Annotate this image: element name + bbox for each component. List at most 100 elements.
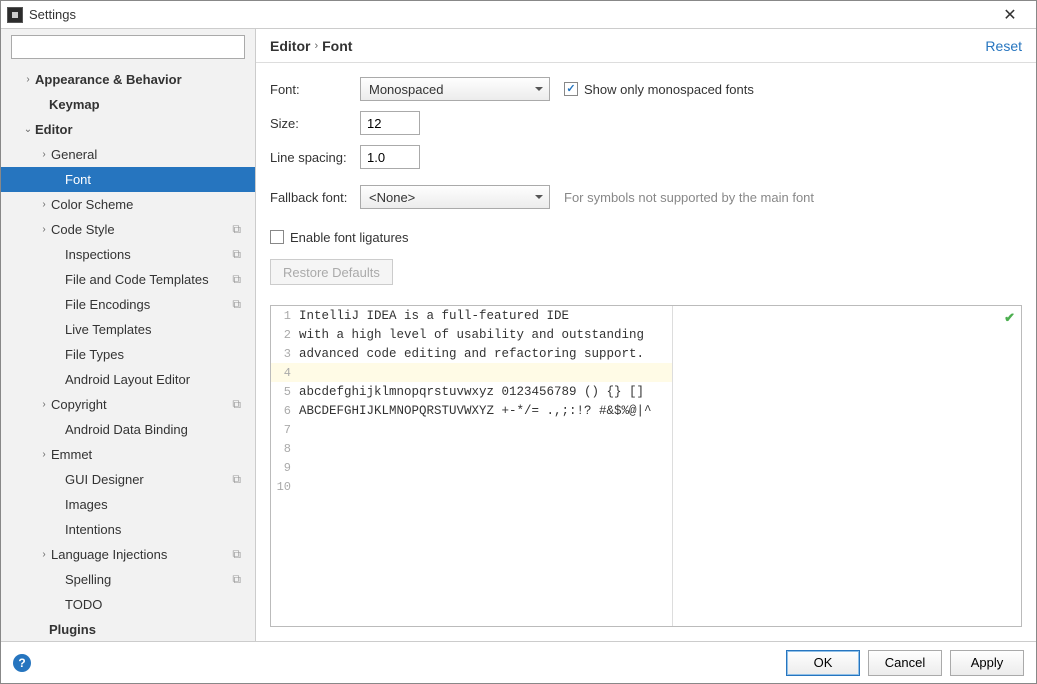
size-input[interactable] <box>360 111 420 135</box>
footer: ? OK Cancel Apply <box>1 641 1036 683</box>
sidebar-item-language-injections[interactable]: ›Language Injections⧉ <box>1 542 255 567</box>
close-icon[interactable]: ✕ <box>990 5 1030 25</box>
sidebar-item-label: Live Templates <box>65 322 247 337</box>
apply-button[interactable]: Apply <box>950 650 1024 676</box>
sidebar-item-label: Code Style <box>51 222 232 237</box>
chevron-right-icon: › <box>37 224 51 235</box>
sidebar-item-label: General <box>51 147 247 162</box>
breadcrumb-part: Font <box>322 38 352 54</box>
help-button[interactable]: ? <box>13 654 31 672</box>
sidebar-item-file-encodings[interactable]: File Encodings⧉ <box>1 292 255 317</box>
checkbox-label: Show only monospaced fonts <box>584 82 754 97</box>
sidebar-item-code-style[interactable]: ›Code Style⧉ <box>1 217 255 242</box>
sidebar-item-color-scheme[interactable]: ›Color Scheme <box>1 192 255 217</box>
main-panel: Editor › Font Reset Font: Monospaced Sho… <box>256 29 1036 641</box>
sidebar-item-label: Keymap <box>49 97 247 112</box>
font-select[interactable]: Monospaced <box>360 77 550 101</box>
line-number: 2 <box>271 328 299 342</box>
copy-icon: ⧉ <box>232 297 247 312</box>
sidebar-item-label: Appearance & Behavior <box>35 72 247 87</box>
code-text: advanced code editing and refactoring su… <box>299 347 672 361</box>
preview-line: 1IntelliJ IDEA is a full-featured IDE <box>271 306 672 325</box>
line-number: 8 <box>271 442 299 456</box>
sidebar-item-images[interactable]: Images <box>1 492 255 517</box>
sidebar-item-label: Editor <box>35 122 247 137</box>
copy-icon: ⧉ <box>232 222 247 237</box>
copy-icon: ⧉ <box>232 547 247 562</box>
line-spacing-input[interactable] <box>360 145 420 169</box>
sidebar-item-live-templates[interactable]: Live Templates <box>1 317 255 342</box>
chevron-right-icon: › <box>37 449 51 460</box>
preview-line: 3advanced code editing and refactoring s… <box>271 344 672 363</box>
line-number: 1 <box>271 309 299 323</box>
line-number: 6 <box>271 404 299 418</box>
code-text: abcdefghijklmnopqrstuvwxyz 0123456789 ()… <box>299 385 672 399</box>
sidebar-item-file-types[interactable]: File Types <box>1 342 255 367</box>
sidebar-item-font[interactable]: Font <box>1 167 255 192</box>
mono-only-checkbox[interactable]: Show only monospaced fonts <box>564 82 754 97</box>
sidebar-item-label: Copyright <box>51 397 232 412</box>
fallback-label: Fallback font: <box>270 190 360 205</box>
sidebar-item-label: TODO <box>65 597 247 612</box>
copy-icon: ⧉ <box>232 472 247 487</box>
chevron-right-icon: › <box>21 74 35 85</box>
sidebar-item-intentions[interactable]: Intentions <box>1 517 255 542</box>
sidebar-item-gui-designer[interactable]: GUI Designer⧉ <box>1 467 255 492</box>
line-number: 7 <box>271 423 299 437</box>
preview-line: 8 <box>271 439 672 458</box>
copy-icon: ⧉ <box>232 247 247 262</box>
ligatures-checkbox[interactable]: Enable font ligatures <box>270 230 409 245</box>
font-label: Font: <box>270 82 360 97</box>
titlebar: Settings ✕ <box>1 1 1036 29</box>
sidebar: ›Appearance & BehaviorKeymap⌄Editor›Gene… <box>1 29 256 641</box>
fallback-select[interactable]: <None> <box>360 185 550 209</box>
restore-defaults-button[interactable]: Restore Defaults <box>270 259 393 285</box>
line-spacing-label: Line spacing: <box>270 150 360 165</box>
sidebar-item-general[interactable]: ›General <box>1 142 255 167</box>
line-number: 4 <box>271 366 299 380</box>
sidebar-item-spelling[interactable]: Spelling⧉ <box>1 567 255 592</box>
sidebar-item-appearance-behavior[interactable]: ›Appearance & Behavior <box>1 67 255 92</box>
reset-link[interactable]: Reset <box>985 38 1022 54</box>
fallback-hint: For symbols not supported by the main fo… <box>564 190 814 205</box>
sidebar-item-label: Plugins <box>49 622 247 637</box>
checkbox-icon <box>270 230 284 244</box>
sidebar-item-label: Spelling <box>65 572 232 587</box>
preview-code: 1IntelliJ IDEA is a full-featured IDE2wi… <box>271 306 672 496</box>
checkbox-label: Enable font ligatures <box>290 230 409 245</box>
sidebar-item-editor[interactable]: ⌄Editor <box>1 117 255 142</box>
preview-line: 9 <box>271 458 672 477</box>
copy-icon: ⧉ <box>232 397 247 412</box>
sidebar-item-label: Inspections <box>65 247 232 262</box>
cancel-button[interactable]: Cancel <box>868 650 942 676</box>
sidebar-item-label: File Types <box>65 347 247 362</box>
size-label: Size: <box>270 116 360 131</box>
line-number: 3 <box>271 347 299 361</box>
line-number: 5 <box>271 385 299 399</box>
code-text: IntelliJ IDEA is a full-featured IDE <box>299 309 672 323</box>
line-number: 10 <box>271 480 299 494</box>
preview-line: 7 <box>271 420 672 439</box>
search-input[interactable] <box>11 35 245 59</box>
sidebar-item-label: Images <box>65 497 247 512</box>
ok-button[interactable]: OK <box>786 650 860 676</box>
sidebar-item-label: GUI Designer <box>65 472 232 487</box>
preview-panel: 1IntelliJ IDEA is a full-featured IDE2wi… <box>270 305 1022 627</box>
sidebar-item-label: Android Layout Editor <box>65 372 247 387</box>
sidebar-item-inspections[interactable]: Inspections⧉ <box>1 242 255 267</box>
sidebar-item-plugins[interactable]: Plugins <box>1 617 255 641</box>
copy-icon: ⧉ <box>232 272 247 287</box>
sidebar-item-android-layout-editor[interactable]: Android Layout Editor <box>1 367 255 392</box>
sidebar-item-android-data-binding[interactable]: Android Data Binding <box>1 417 255 442</box>
sidebar-item-file-and-code-templates[interactable]: File and Code Templates⧉ <box>1 267 255 292</box>
sidebar-item-todo[interactable]: TODO <box>1 592 255 617</box>
sidebar-item-keymap[interactable]: Keymap <box>1 92 255 117</box>
sidebar-item-copyright[interactable]: ›Copyright⧉ <box>1 392 255 417</box>
breadcrumb: Editor › Font <box>270 38 352 54</box>
sidebar-item-label: Android Data Binding <box>65 422 247 437</box>
preview-line: 2with a high level of usability and outs… <box>271 325 672 344</box>
chevron-right-icon: › <box>37 549 51 560</box>
sidebar-item-label: File and Code Templates <box>65 272 232 287</box>
line-number: 9 <box>271 461 299 475</box>
sidebar-item-emmet[interactable]: ›Emmet <box>1 442 255 467</box>
